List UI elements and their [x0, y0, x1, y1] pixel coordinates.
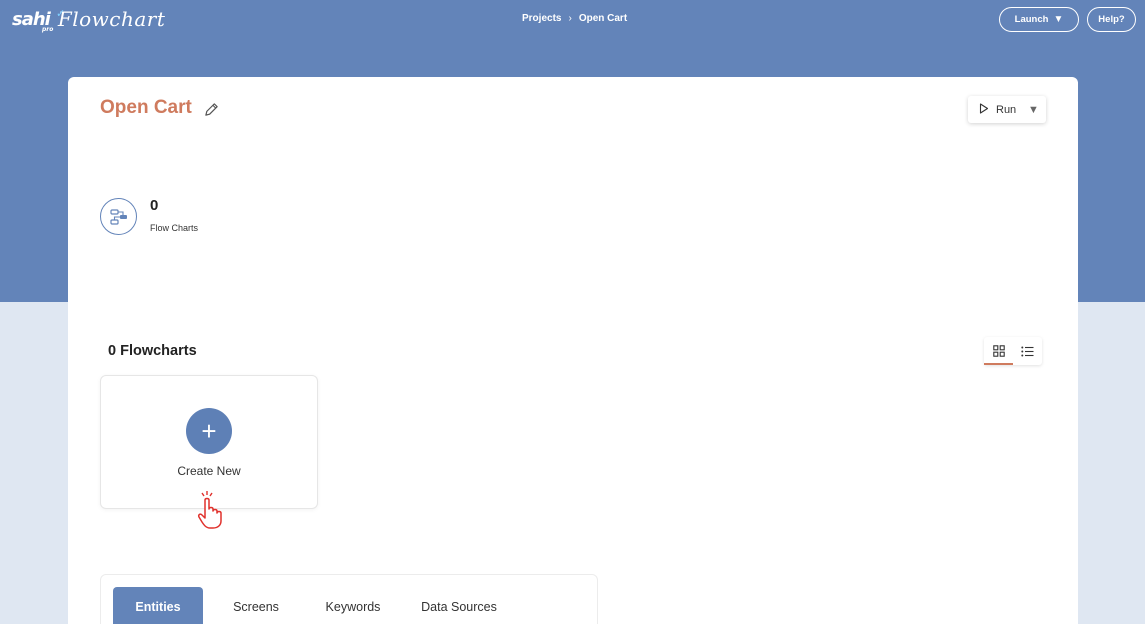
flowcharts-heading: 0 Flowcharts [108, 343, 197, 359]
hand-pointer-icon [195, 490, 225, 530]
play-icon [979, 102, 989, 117]
project-title-text: Open Cart [100, 97, 192, 118]
launch-label: Launch [1014, 14, 1049, 25]
top-navbar: sahi pro ✓ Flowchart Projects › Open Car… [0, 0, 1145, 40]
tab-keywords[interactable]: Keywords [313, 587, 393, 624]
grid-view-icon[interactable] [984, 337, 1013, 365]
create-new-card[interactable]: + Create New [100, 375, 318, 509]
plus-icon: + [186, 408, 232, 454]
breadcrumb-current: Open Cart [578, 13, 628, 24]
project-card: Open Cart Run ▼ 0 Flow Charts 0 Flowchar… [68, 77, 1078, 624]
help-button[interactable]: Help? [1087, 7, 1136, 32]
resource-tabs: Entities Screens Keywords Data Sources [100, 574, 598, 624]
flowchart-count-label: Flow Charts [150, 223, 199, 233]
logo-text: Flowchart [57, 7, 166, 31]
logo-mark: sahi pro ✓ [12, 6, 65, 33]
chevron-right-icon: › [568, 13, 572, 24]
caret-down-icon[interactable]: ▼ [1028, 104, 1039, 116]
checkmark-icon: ✓ [56, 6, 65, 20]
tab-entities[interactable]: Entities [113, 587, 203, 624]
help-label: Help? [1098, 14, 1125, 25]
tab-data-sources[interactable]: Data Sources [411, 587, 507, 624]
list-view-icon[interactable] [1013, 337, 1042, 365]
view-toggle [984, 337, 1042, 365]
project-title: Open Cart [100, 97, 219, 119]
breadcrumb-projects[interactable]: Projects [522, 13, 561, 24]
run-button[interactable]: Run [968, 102, 1028, 117]
breadcrumb: Projects › Open Cart [522, 13, 627, 24]
run-label: Run [996, 103, 1017, 116]
run-button-group: Run ▼ [968, 96, 1046, 123]
launch-button[interactable]: Launch ▼ [999, 7, 1079, 32]
create-new-label: Create New [177, 464, 241, 478]
logo-sub: pro [42, 25, 54, 33]
caret-down-icon: ▼ [1053, 14, 1064, 25]
flowchart-count: 0 [150, 197, 159, 214]
pencil-icon[interactable] [204, 101, 219, 116]
flowchart-icon [100, 198, 137, 235]
tab-screens[interactable]: Screens [219, 587, 293, 624]
app-logo[interactable]: sahi pro ✓ Flowchart [12, 4, 165, 34]
